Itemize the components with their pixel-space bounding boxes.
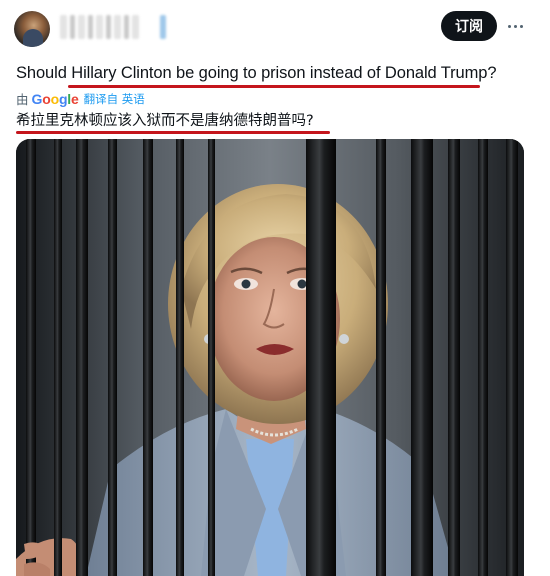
red-underline-chinese — [16, 131, 330, 134]
translated-by-line: 由 Google 翻译自 英语 — [16, 89, 145, 108]
avatar-figure — [23, 29, 43, 47]
tweet-photo[interactable] — [16, 139, 524, 576]
photo-prison-bars-image — [16, 139, 524, 576]
subscribe-button[interactable]: 订阅 — [441, 11, 497, 41]
translated-text: 希拉里克林顿应该入狱而不是唐纳德特朗普吗? — [16, 113, 314, 129]
translated-by-label: 由 — [16, 93, 29, 107]
translated-from-link[interactable]: 翻译自 英语 — [84, 91, 145, 107]
tweet-page: 订阅 Should Hillary Clinton be going to pr… — [0, 0, 550, 576]
tweet-header: 订阅 — [0, 0, 550, 56]
blurred-username[interactable] — [60, 14, 166, 40]
red-underline-english — [68, 85, 480, 88]
tweet-text: Should Hillary Clinton be going to priso… — [16, 64, 497, 82]
google-logo: Google — [31, 90, 79, 107]
avatar[interactable] — [14, 11, 50, 47]
more-horizontal-icon[interactable] — [504, 16, 526, 36]
